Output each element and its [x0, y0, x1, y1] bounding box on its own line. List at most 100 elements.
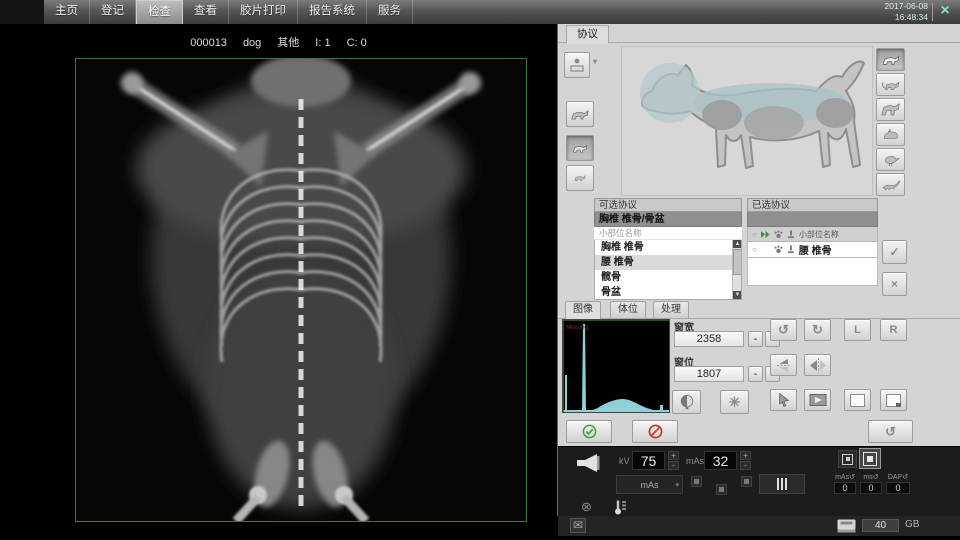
scroll-up-icon[interactable]: ▲: [733, 240, 742, 248]
pointer-tool-button[interactable]: [770, 389, 797, 411]
flip-horizontal-button[interactable]: [804, 354, 831, 376]
flip-vertical-button[interactable]: [770, 354, 797, 376]
xray-image-frame[interactable]: [75, 58, 527, 522]
kv-plus-button[interactable]: +: [668, 451, 679, 460]
rotate-cw-button[interactable]: ↻: [804, 319, 831, 341]
marker-right-button[interactable]: R: [880, 319, 907, 341]
protocol-row-selected[interactable]: 腰 椎骨: [595, 255, 741, 270]
view-image-button[interactable]: [804, 389, 831, 411]
dog-size-small-button[interactable]: [566, 165, 594, 191]
square-icon: [850, 394, 865, 407]
large-focus-icon: [863, 452, 877, 466]
small-focus-button[interactable]: [838, 450, 857, 468]
invert-contrast-button[interactable]: [672, 390, 701, 414]
protocol-row[interactable]: 髋骨: [595, 270, 741, 285]
reset-button[interactable]: ↺: [868, 420, 913, 443]
protocol-row[interactable]: 胸椎 椎骨: [595, 240, 741, 255]
bird-icon: [881, 153, 901, 167]
species-reptile-button[interactable]: [876, 173, 905, 196]
close-button[interactable]: ×: [935, 1, 955, 21]
xray-disabled-icon: ⊗: [581, 499, 592, 515]
reject-icon: [648, 424, 663, 439]
dog-size-medium-button[interactable]: [566, 135, 594, 161]
program-icon: [569, 57, 585, 73]
menu-item-film-print[interactable]: 胶片打印: [229, 0, 298, 24]
scroll-down-icon[interactable]: ▼: [733, 291, 742, 299]
menu-item-view[interactable]: 查看: [183, 0, 229, 24]
ms-readout-icon: ms: [863, 474, 872, 481]
image-effects-button[interactable]: ✳: [720, 390, 749, 414]
image-count: I: 1: [315, 37, 330, 49]
chosen-list-empty-area: [747, 258, 878, 286]
large-focus-button[interactable]: [859, 448, 881, 469]
full-view-button[interactable]: [844, 389, 871, 411]
species-dog-button[interactable]: [876, 48, 905, 71]
storage-unit-label: GB: [905, 519, 919, 530]
species-rabbit-button[interactable]: [876, 123, 905, 146]
accept-image-button[interactable]: [566, 420, 612, 443]
c-count: C: 0: [347, 37, 367, 49]
stand-position-icon: [787, 245, 795, 254]
mas-readout: mAs↺ 0: [834, 473, 856, 494]
datetime-display: 2017-06-08 16:48:34: [885, 1, 928, 22]
flip-horizontal-icon: [809, 358, 827, 373]
chosen-protocols-list: 已选协议 ○ 小部位名称 ○ 腰 椎骨: [747, 198, 878, 300]
menu-item-report-system[interactable]: 报告系统: [298, 0, 367, 24]
exposure-mode-value: mAs: [641, 480, 659, 490]
kv-value: 75: [632, 451, 665, 470]
dog-anatomy-diagram[interactable]: [622, 47, 872, 195]
tab-protocol[interactable]: 协议: [566, 25, 609, 44]
chosen-column-header: 小部位名称: [799, 229, 839, 240]
shoulder-region: [702, 100, 742, 130]
aec-dot-icon: [744, 479, 749, 484]
protocol-row[interactable]: 骨盆: [595, 285, 741, 300]
reject-image-button[interactable]: [632, 420, 678, 443]
scrollbar[interactable]: ▲ ▼: [732, 240, 741, 299]
tab-processing[interactable]: 处理: [653, 301, 689, 318]
species-cat-button[interactable]: [876, 73, 905, 96]
marker-left-button[interactable]: L: [844, 319, 871, 341]
rotate-cw-icon: ↻: [812, 322, 823, 338]
main-menu: 主页 登记 检查 查看 胶片打印 报告系统 服务: [44, 0, 413, 24]
aec-chamber-center-button[interactable]: [716, 484, 727, 495]
mas-minus-button[interactable]: -: [740, 461, 751, 470]
small-focus-icon: [842, 454, 853, 465]
exposure-panel: kV 75 + - mAs 32 + - mAs ▾: [558, 446, 960, 517]
tab-position[interactable]: 体位: [610, 301, 646, 318]
aec-chamber-left-button[interactable]: [691, 476, 702, 487]
species-bird-button[interactable]: [876, 148, 905, 171]
rotate-ccw-button[interactable]: ↺: [770, 319, 797, 341]
transfer-icon: [761, 231, 770, 238]
scrollbar-thumb[interactable]: [733, 249, 742, 275]
species-horse-button[interactable]: [876, 98, 905, 121]
menu-item-register[interactable]: 登记: [90, 0, 136, 24]
menu-item-service[interactable]: 服务: [367, 0, 413, 24]
protocol-confirm-button[interactable]: ✓: [882, 240, 907, 264]
protocol-remove-button[interactable]: ×: [882, 272, 907, 296]
message-envelope-icon[interactable]: ✉: [570, 518, 586, 533]
check-icon: ✓: [889, 245, 899, 259]
reset-icon: ↺: [885, 424, 896, 440]
aec-chamber-right-button[interactable]: [741, 476, 752, 487]
menu-item-home[interactable]: 主页: [44, 0, 90, 24]
program-dropdown-caret[interactable]: ▾: [593, 57, 597, 66]
tab-image[interactable]: 图像: [565, 301, 601, 319]
sub-view-button[interactable]: [880, 389, 907, 411]
exposure-mode-select[interactable]: mAs ▾: [616, 475, 683, 494]
titlebar-separator: [932, 3, 933, 21]
chosen-protocol-row[interactable]: ○ 腰 椎骨: [747, 242, 878, 258]
mas-plus-button[interactable]: +: [740, 451, 751, 460]
xray-radiograph: [76, 59, 526, 521]
window-width-minus-button[interactable]: -: [748, 331, 763, 347]
dog-size-large-button[interactable]: [566, 101, 594, 127]
pointer-icon: [777, 392, 791, 408]
status-bar: ✉ 40 GB: [557, 516, 960, 536]
mas-readout-value: 0: [834, 482, 856, 494]
program-select-button[interactable]: [564, 52, 590, 78]
kv-minus-button[interactable]: -: [668, 461, 679, 470]
large-dog-icon: [569, 107, 591, 122]
menu-item-exam[interactable]: 检查: [136, 0, 183, 24]
window-level-minus-button[interactable]: -: [748, 366, 763, 382]
grid-button[interactable]: [759, 474, 805, 494]
image-play-icon: [809, 393, 827, 407]
